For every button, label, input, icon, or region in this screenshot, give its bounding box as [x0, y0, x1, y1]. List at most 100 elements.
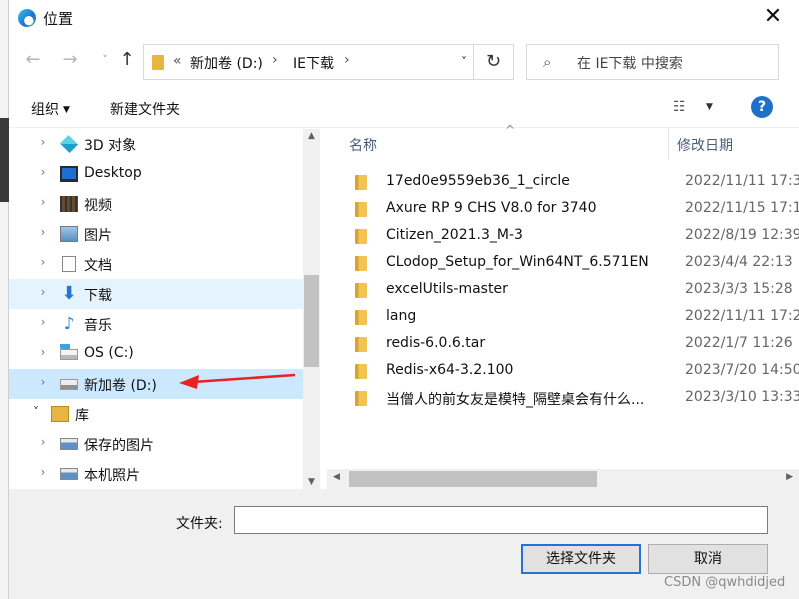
downloads-icon: ⬇	[61, 283, 77, 304]
file-name: Axure RP 9 CHS V8.0 for 3740	[386, 200, 597, 216]
nav-item-pictures[interactable]: › 图片	[9, 219, 303, 249]
library-icon	[51, 406, 69, 422]
forward-arrow-icon[interactable]: →	[57, 47, 83, 73]
scrollbar-thumb[interactable]	[304, 275, 319, 367]
nav-item-label: 文档	[84, 258, 112, 274]
scrollbar-thumb[interactable]	[349, 471, 597, 487]
nav-item-3d-objects[interactable]: › 3D 对象	[9, 129, 303, 159]
nav-item-videos[interactable]: › 视频	[9, 189, 303, 219]
search-input[interactable]: ⌕ 在 IE下载 中搜索	[526, 44, 779, 80]
search-icon: ⌕	[543, 53, 552, 71]
nav-item-label: 保存的图片	[84, 438, 154, 454]
address-bar[interactable]: « 新加卷 (D:) › IE下载 › ˅	[143, 44, 480, 80]
nav-item-downloads[interactable]: › ⬇ 下载	[9, 279, 303, 309]
collapse-chevron-icon[interactable]: ˅	[29, 405, 43, 419]
folder-icon	[355, 310, 367, 325]
desktop-icon	[60, 166, 78, 182]
scroll-left-icon[interactable]: ◀	[333, 472, 340, 482]
documents-icon	[62, 256, 76, 272]
navigation-pane[interactable]: › 3D 对象 › Desktop › 视频 › 图片 › 文档 › ⬇ 下载	[9, 129, 312, 489]
list-item[interactable]: Axure RP 9 CHS V8.0 for 3740 2022/11/15 …	[349, 196, 799, 223]
video-icon	[60, 196, 78, 212]
breadcrumb-separator-icon[interactable]: ›	[344, 52, 350, 68]
list-item[interactable]: 17ed0e9559eb36_1_circle 2022/11/11 17:3	[349, 169, 799, 196]
file-name: 17ed0e9559eb36_1_circle	[386, 173, 570, 189]
address-dropdown-chevron-icon[interactable]: ˅	[461, 55, 467, 69]
music-icon: ♪	[63, 314, 75, 334]
list-item[interactable]: lang 2022/11/11 17:2	[349, 304, 799, 331]
list-item[interactable]: redis-6.0.6.tar 2022/1/7 11:26	[349, 331, 799, 358]
nav-item-label: 图片	[84, 228, 112, 244]
view-options-caret-icon[interactable]: ▼	[706, 102, 713, 112]
nav-item-drive-c[interactable]: › OS (C:)	[9, 339, 303, 369]
scroll-down-icon[interactable]: ▼	[303, 477, 320, 487]
folder-icon	[355, 175, 367, 190]
file-date: 2022/11/11 17:3	[685, 173, 799, 189]
command-toolbar: 组织 ▼ 新建文件夹 ☷ ▼ ?	[9, 88, 799, 128]
list-item[interactable]: Citizen_2021.3_M-3 2022/8/19 12:39	[349, 223, 799, 250]
view-options-icon[interactable]: ☷	[673, 99, 686, 115]
folder-name-input[interactable]	[234, 506, 768, 534]
window-title: 位置	[43, 10, 74, 28]
breadcrumb-ie-download[interactable]: IE下载	[293, 53, 334, 73]
file-date: 2022/8/19 12:39	[685, 227, 799, 243]
nav-item-library[interactable]: ˅ 库	[9, 399, 303, 429]
nav-item-label: Desktop	[84, 165, 142, 181]
breadcrumb-drive-d[interactable]: 新加卷 (D:)	[190, 53, 263, 73]
drive-c-icon	[60, 349, 78, 360]
list-item[interactable]: 当僧人的前女友是模特_隔壁桌会有什么... 2023/3/10 13:33	[349, 385, 799, 412]
expand-chevron-icon[interactable]: ›	[36, 315, 50, 329]
folder-icon	[355, 283, 367, 298]
expand-chevron-icon[interactable]: ›	[36, 345, 50, 359]
file-date: 2023/4/4 22:13	[685, 254, 793, 270]
expand-chevron-icon[interactable]: ›	[36, 465, 50, 479]
folder-field-label: 文件夹:	[176, 516, 223, 532]
expand-chevron-icon[interactable]: ›	[36, 285, 50, 299]
expand-chevron-icon[interactable]: ›	[36, 165, 50, 179]
nav-item-label: 下载	[84, 288, 112, 304]
scroll-right-icon[interactable]: ▶	[786, 472, 793, 482]
column-header-date[interactable]: 修改日期	[668, 129, 799, 159]
expand-chevron-icon[interactable]: ›	[36, 225, 50, 239]
new-folder-button[interactable]: 新建文件夹	[110, 99, 180, 119]
address-overflow-icon[interactable]: «	[173, 53, 182, 69]
folder-icon	[355, 391, 367, 406]
dialog-footer: 文件夹: 选择文件夹 取消 CSDN @qwhdidjed	[9, 489, 799, 599]
file-date: 2023/3/10 13:33	[685, 389, 799, 405]
back-arrow-icon[interactable]: ←	[20, 47, 46, 73]
help-icon[interactable]: ?	[751, 96, 773, 118]
expand-chevron-icon[interactable]: ›	[36, 135, 50, 149]
saved-pictures-icon	[60, 438, 78, 450]
nav-item-camera-roll[interactable]: › 本机照片	[9, 459, 303, 489]
close-icon[interactable]: ✕	[761, 6, 785, 30]
expand-chevron-icon[interactable]: ›	[36, 195, 50, 209]
expand-chevron-icon[interactable]: ›	[36, 435, 50, 449]
nav-item-music[interactable]: › ♪ 音乐	[9, 309, 303, 339]
expand-chevron-icon[interactable]: ›	[36, 255, 50, 269]
cancel-button[interactable]: 取消	[648, 544, 768, 574]
select-folder-button[interactable]: 选择文件夹	[521, 544, 641, 574]
list-item[interactable]: CLodop_Setup_for_Win64NT_6.571EN 2023/4/…	[349, 250, 799, 277]
red-annotation-arrow-icon	[179, 373, 296, 389]
list-item[interactable]: Redis-x64-3.2.100 2023/7/20 14:50	[349, 358, 799, 385]
file-name: lang	[386, 308, 417, 324]
file-name: 当僧人的前女友是模特_隔壁桌会有什么...	[386, 392, 645, 408]
refresh-icon[interactable]: ↻	[473, 44, 514, 80]
file-list-horizontal-scrollbar[interactable]: ◀ ▶	[327, 469, 799, 489]
file-list[interactable]: ^ 名称 修改日期 17ed0e9559eb36_1_circle 2022/1…	[327, 123, 799, 489]
breadcrumb-separator-icon[interactable]: ›	[272, 52, 278, 68]
camera-roll-icon	[60, 468, 78, 480]
nav-item-label: 视频	[84, 198, 112, 214]
expand-chevron-icon[interactable]: ›	[36, 375, 50, 389]
column-header-name[interactable]: 名称	[349, 135, 377, 155]
up-arrow-icon[interactable]: ↑	[114, 47, 140, 73]
navigation-pane-scrollbar[interactable]: ▲ ▼	[303, 129, 320, 489]
scroll-up-icon[interactable]: ▲	[303, 131, 320, 141]
nav-item-label: 新加卷 (D:)	[84, 378, 157, 394]
nav-item-label: 本机照片	[84, 468, 140, 484]
organize-button[interactable]: 组织 ▼	[31, 99, 70, 119]
nav-item-saved-pictures[interactable]: › 保存的图片	[9, 429, 303, 459]
nav-item-desktop[interactable]: › Desktop	[9, 159, 303, 189]
nav-item-documents[interactable]: › 文档	[9, 249, 303, 279]
list-item[interactable]: excelUtils-master 2023/3/3 15:28	[349, 277, 799, 304]
